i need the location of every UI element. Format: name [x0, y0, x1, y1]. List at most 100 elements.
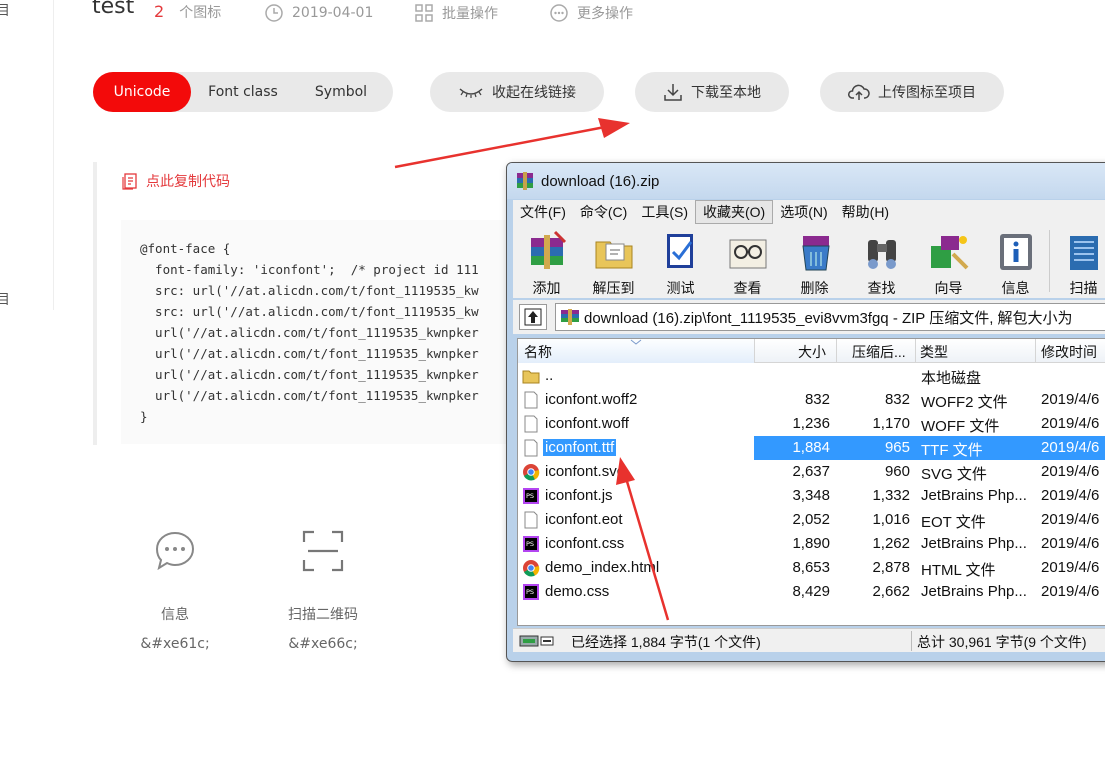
file-list: 名称 大小 压缩后... 类型 修改时间 .. 本地磁盘 iconfont.woff… — [517, 338, 1105, 626]
file-size: 1,236 — [792, 415, 830, 432]
zip-archive-icon — [561, 309, 579, 325]
file-modified: 2019/4/6 — [1041, 391, 1100, 408]
menu-help[interactable]: 帮助(H) — [835, 200, 896, 224]
file-row[interactable]: PS iconfont.js 3,348 1,332 JetBrains Php... 2… — [518, 484, 1105, 508]
scan-qr-icon — [302, 530, 344, 572]
toolbar-test-button[interactable]: 测试 — [647, 224, 714, 298]
file-size: 2,052 — [792, 511, 830, 528]
path-field[interactable]: download (16).zip\font_1119535_evi8vvm3f… — [555, 303, 1105, 331]
download-button[interactable]: 下载至本地 — [635, 72, 789, 112]
toolbar-find-button[interactable]: 查找 — [848, 224, 915, 298]
upload-button[interactable]: 上传图标至项目 — [820, 72, 1004, 112]
tab-symbol[interactable]: Symbol — [295, 72, 387, 112]
column-modified[interactable]: 修改时间 — [1041, 342, 1097, 362]
column-divider — [915, 339, 916, 363]
file-modified: 2019/4/6 — [1041, 439, 1100, 456]
file-type: SVG 文件 — [921, 466, 987, 483]
file-size: 2,637 — [792, 463, 830, 480]
toolbar-label: 解压到 — [592, 280, 635, 296]
menu-bar: 文件(F) 命令(C) 工具(S) 收藏夹(O) 选项(N) 帮助(H) — [513, 200, 1105, 224]
file-row[interactable]: iconfont.woff2 832 832 WOFF2 文件 2019/4/6 — [518, 388, 1105, 412]
menu-favorites[interactable]: 收藏夹(O) — [695, 200, 774, 224]
scan-virus-icon — [1069, 236, 1098, 270]
column-type[interactable]: 类型 — [920, 342, 948, 362]
tab-unicode[interactable]: Unicode — [93, 72, 191, 112]
more-icon — [550, 4, 568, 22]
toolbar-wizard-button[interactable]: 向导 — [915, 224, 982, 298]
toolbar-info-button[interactable]: 信息 — [982, 224, 1049, 298]
svg-text:PS: PS — [526, 540, 534, 548]
format-tabs: Unicode Font class Symbol — [93, 72, 393, 112]
batch-ops-button[interactable]: 批量操作 — [414, 3, 498, 23]
message-icon — [155, 531, 195, 571]
file-name: iconfont.eot — [545, 511, 623, 528]
menu-file[interactable]: 文件(F) — [513, 200, 573, 224]
column-packed[interactable]: 压缩后... — [852, 342, 906, 362]
toolbar-label: 添加 — [532, 280, 561, 296]
icon-count-label: 个图标 — [179, 5, 222, 21]
upload-label: 上传图标至项目 — [878, 85, 976, 101]
more-ops-button[interactable]: 更多操作 — [549, 3, 633, 23]
file-size: 8,429 — [792, 583, 830, 600]
file-modified: 2019/4/6 — [1041, 463, 1100, 480]
column-name[interactable]: 名称 — [524, 342, 552, 362]
icon-tile[interactable]: 信息 &#xe61c; — [120, 520, 230, 652]
file-row[interactable]: iconfont.ttf 1,884 965 TTF 文件 2019/4/6 — [518, 436, 1105, 460]
icon-count-number: 2 — [154, 2, 165, 21]
status-bar: 已经选择 1,884 字节(1 个文件) 总计 30,961 字节(9 个文件) — [513, 628, 1105, 652]
left-nav-item[interactable]: 目 — [0, 0, 10, 20]
file-row[interactable]: .. 本地磁盘 — [518, 364, 1105, 388]
file-type: JetBrains Php... — [921, 583, 1027, 600]
left-nav-item[interactable]: 目 — [0, 289, 10, 309]
toolbar-extract-button[interactable]: 解压到 — [580, 224, 647, 298]
file-row[interactable]: iconfont.eot 2,052 1,016 EOT 文件 2019/4/6 — [518, 508, 1105, 532]
column-size[interactable]: 大小 — [798, 342, 826, 362]
file-packed: 1,170 — [872, 415, 910, 432]
toolbar-delete-button[interactable]: 删除 — [781, 224, 848, 298]
icon-tile[interactable]: 扫描二维码 &#xe66c; — [268, 520, 378, 652]
file-row[interactable]: PS iconfont.css 1,890 1,262 JetBrains Php...… — [518, 532, 1105, 556]
grid-icon — [415, 4, 433, 22]
toolbar-label: 查找 — [867, 280, 896, 296]
download-label: 下载至本地 — [691, 85, 761, 101]
file-row[interactable]: iconfont.svg 2,637 960 SVG 文件 2019/4/6 — [518, 460, 1105, 484]
copy-code-link[interactable]: 点此复制代码 — [122, 171, 230, 191]
file-icon — [524, 511, 538, 529]
file-row[interactable]: iconfont.woff 1,236 1,170 WOFF 文件 2019/4/6 — [518, 412, 1105, 436]
file-packed: 965 — [884, 439, 910, 456]
file-name: .. — [545, 367, 554, 384]
date-text: 2019-04-01 — [292, 5, 374, 21]
up-folder-button[interactable] — [519, 304, 547, 330]
file-modified: 2019/4/6 — [1041, 487, 1100, 504]
batch-ops-label: 批量操作 — [442, 6, 498, 22]
file-row[interactable]: demo_index.html 8,653 2,878 HTML 文件 2019/4/6 — [518, 556, 1105, 580]
toolbar-label: 信息 — [1001, 280, 1030, 296]
file-size: 8,653 — [792, 559, 830, 576]
file-modified: 2019/4/6 — [1041, 511, 1100, 528]
arrow-to-download-icon — [394, 118, 630, 169]
window-titlebar[interactable]: download (16).zip — [507, 163, 1105, 199]
add-archive-icon — [530, 230, 566, 269]
file-packed: 2,878 — [872, 559, 910, 576]
toolbar-view-button[interactable]: 查看 — [714, 224, 781, 298]
column-divider — [1035, 339, 1036, 363]
toolbar-scan-button[interactable]: 扫描 — [1050, 224, 1105, 298]
drive-icon — [519, 635, 554, 647]
icon-name: 信息 — [161, 607, 189, 623]
menu-options[interactable]: 选项(N) — [773, 200, 834, 224]
menu-tools[interactable]: 工具(S) — [634, 200, 695, 224]
file-name: demo.css — [545, 583, 610, 600]
file-row[interactable]: PS demo.css 8,429 2,662 JetBrains Php... 2019… — [518, 580, 1105, 604]
file-packed: 2,662 — [872, 583, 910, 600]
status-total: 总计 30,961 字节(9 个文件) — [917, 634, 1087, 650]
toolbar-add-button[interactable]: 添加 — [513, 224, 580, 298]
collapse-link-button[interactable]: 收起在线链接 — [430, 72, 604, 112]
menu-commands[interactable]: 命令(C) — [573, 200, 634, 224]
winrar-icon — [517, 172, 533, 190]
file-type: TTF 文件 — [921, 442, 983, 459]
file-name: iconfont.woff2 — [545, 391, 638, 408]
file-icon — [524, 439, 538, 457]
file-type: JetBrains Php... — [921, 535, 1027, 552]
file-type: WOFF 文件 — [921, 418, 1000, 435]
tab-font-class[interactable]: Font class — [191, 72, 295, 112]
